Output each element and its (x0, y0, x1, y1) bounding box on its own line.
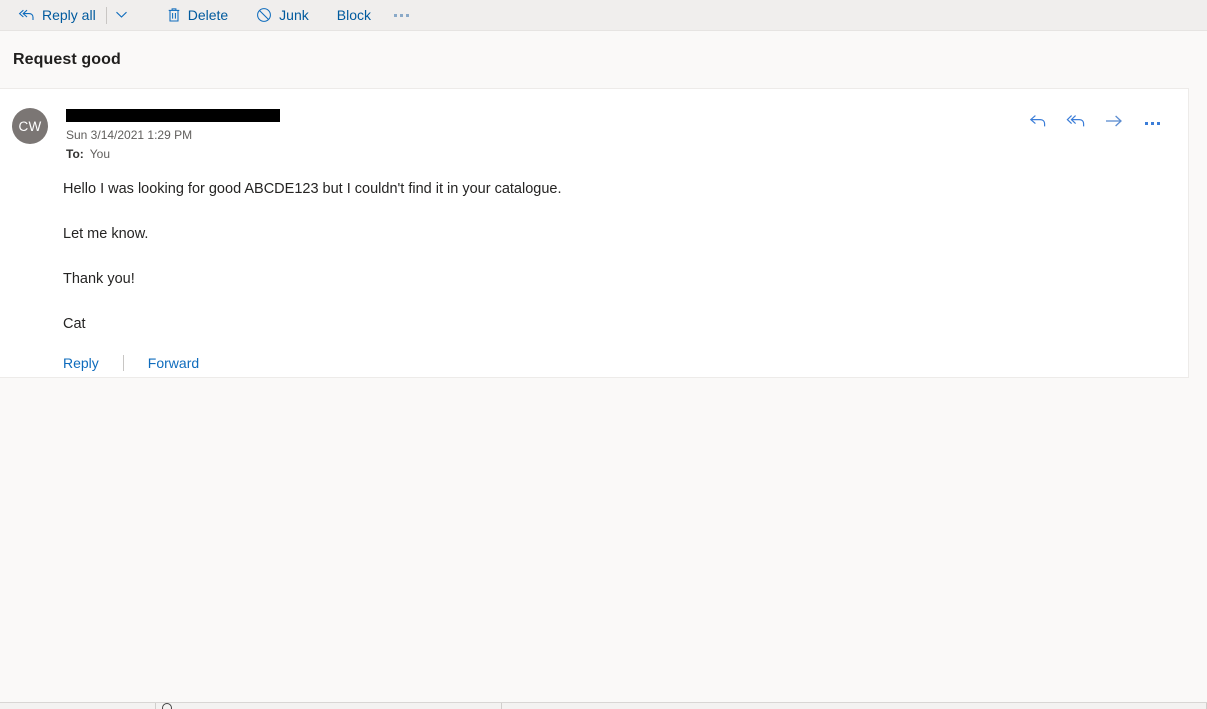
subject-bar: Request good (0, 31, 1207, 88)
reply-link[interactable]: Reply (63, 355, 99, 371)
junk-label: Junk (279, 7, 309, 23)
page-title: Request good (13, 50, 121, 68)
message-body: Hello I was looking for good ABCDE123 bu… (0, 162, 1188, 333)
status-cell (502, 703, 1207, 709)
recipient-label: To: (66, 147, 84, 161)
more-horizontal-icon (1144, 121, 1148, 125)
block-circle-icon (256, 7, 272, 23)
forward-action-button[interactable] (1102, 111, 1126, 135)
avatar: CW (12, 108, 48, 144)
forward-link[interactable]: Forward (148, 355, 199, 371)
more-horizontal-icon (400, 13, 404, 17)
block-label: Block (336, 7, 371, 23)
chevron-down-icon (115, 6, 128, 24)
more-horizontal-icon (406, 13, 410, 17)
status-cell[interactable] (0, 703, 156, 709)
sender-name-redacted (66, 109, 280, 122)
message-footer-actions: Reply Forward (0, 333, 1188, 371)
reply-all-icon (18, 8, 35, 22)
message-more-button[interactable] (1140, 111, 1164, 135)
avatar-initials: CW (18, 118, 42, 134)
message-actions (1026, 111, 1164, 135)
reply-all-action-button[interactable] (1064, 111, 1088, 135)
recipient-value[interactable]: You (90, 147, 110, 161)
body-paragraph: Let me know. (63, 226, 149, 242)
bottom-status-strip (0, 702, 1207, 709)
junk-button[interactable]: Junk (248, 0, 317, 30)
reply-all-label: Reply all (42, 7, 96, 23)
toolbar-more-button[interactable] (388, 0, 416, 30)
message-card: CW Sun 3/14/2021 1:29 PM To: You Hello I… (0, 88, 1189, 378)
more-horizontal-icon (1150, 121, 1154, 125)
command-toolbar: Reply all Delete Junk Block (0, 0, 1207, 31)
status-cell[interactable] (156, 703, 502, 709)
more-horizontal-icon (394, 13, 398, 17)
message-header: CW Sun 3/14/2021 1:29 PM To: You (0, 89, 1188, 162)
block-button[interactable]: Block (329, 0, 379, 30)
reply-all-button[interactable]: Reply all (10, 0, 104, 30)
clock-icon (162, 703, 172, 709)
more-horizontal-icon (1156, 121, 1160, 125)
body-paragraph: Thank you! (63, 271, 135, 287)
trash-icon (167, 7, 181, 23)
body-paragraph: Hello I was looking for good ABCDE123 bu… (63, 181, 562, 197)
delete-button[interactable]: Delete (159, 0, 236, 30)
sender-meta: Sun 3/14/2021 1:29 PM To: You (66, 108, 280, 162)
reply-icon (1029, 113, 1047, 134)
reply-all-icon (1066, 113, 1086, 134)
reply-options-caret[interactable] (109, 0, 135, 30)
reply-action-button[interactable] (1026, 111, 1050, 135)
message-timestamp: Sun 3/14/2021 1:29 PM (66, 128, 193, 142)
recipient-line: To: You (66, 146, 280, 162)
footer-divider (122, 355, 124, 371)
forward-arrow-icon (1104, 113, 1124, 134)
delete-label: Delete (187, 7, 229, 23)
body-paragraph: Cat (63, 316, 86, 332)
toolbar-divider (105, 6, 107, 24)
